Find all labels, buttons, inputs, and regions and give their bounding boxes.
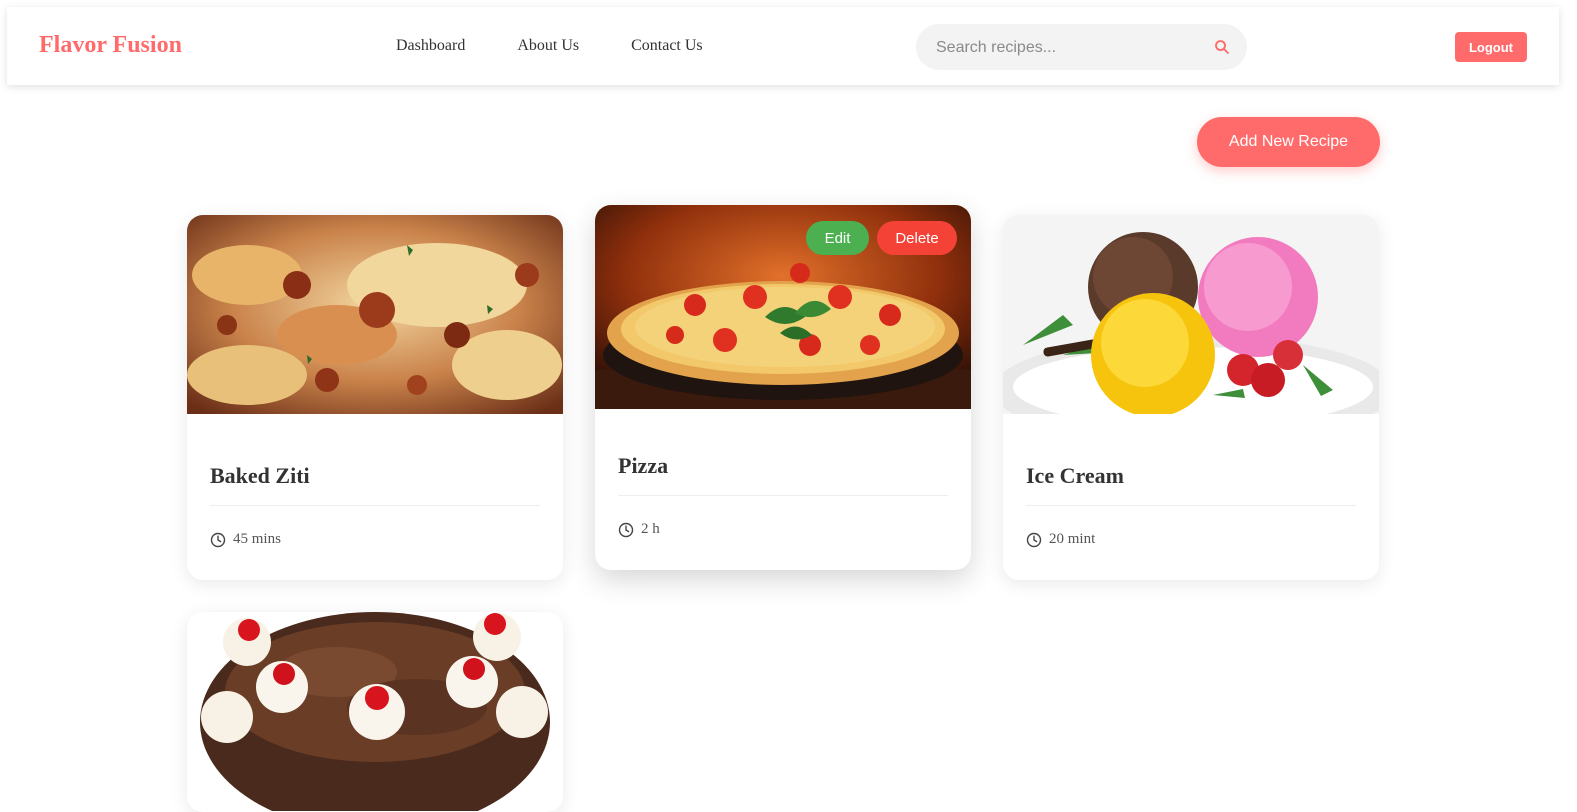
clock-icon xyxy=(1026,532,1042,547)
add-new-recipe-button[interactable]: Add New Recipe xyxy=(1197,117,1380,167)
recipe-time-text: 2 h xyxy=(641,521,660,537)
clock-icon xyxy=(210,532,226,547)
recipe-image-cake xyxy=(187,612,563,811)
recipe-image-baked-ziti xyxy=(187,215,563,414)
nav-link-contact-us[interactable]: Contact Us xyxy=(631,37,703,55)
nav-link-about-us[interactable]: About Us xyxy=(517,37,579,55)
clock-icon xyxy=(618,522,634,537)
edit-button[interactable]: Edit xyxy=(806,221,869,255)
recipe-time: 45 mins xyxy=(210,531,281,548)
recipe-title: Ice Cream xyxy=(1026,463,1124,488)
recipe-image-ice-cream xyxy=(1003,215,1379,414)
card-divider xyxy=(1026,505,1356,506)
recipe-card-baked-ziti[interactable]: Baked Ziti 45 mins xyxy=(187,215,563,580)
search-box xyxy=(916,24,1247,72)
recipe-title: Pizza xyxy=(618,453,669,478)
recipe-time-text: 20 mint xyxy=(1049,531,1096,547)
card-divider xyxy=(618,495,948,496)
recipe-card-ice-cream[interactable]: Ice Cream 20 mint xyxy=(1003,215,1379,580)
recipe-image-pizza: Edit Delete xyxy=(595,205,971,409)
nav-link-dashboard[interactable]: Dashboard xyxy=(396,37,465,55)
nav-links: Dashboard About Us Contact Us xyxy=(396,37,703,55)
delete-button[interactable]: Delete xyxy=(877,221,957,255)
recipe-time: 2 h xyxy=(618,521,660,538)
recipe-card-pizza[interactable]: Edit Delete Pizza 2 h xyxy=(595,205,971,570)
logout-button[interactable]: Logout xyxy=(1455,32,1527,62)
navbar: Flavor Fusion Dashboard About Us Contact… xyxy=(7,7,1559,85)
recipe-time: 20 mint xyxy=(1026,531,1095,548)
search-input[interactable] xyxy=(934,24,1208,72)
recipe-title: Baked Ziti xyxy=(210,463,310,488)
recipe-time-text: 45 mins xyxy=(233,531,281,547)
brand-logo[interactable]: Flavor Fusion xyxy=(39,32,182,59)
recipe-card-cake[interactable] xyxy=(187,612,563,812)
card-divider xyxy=(210,505,540,506)
search-icon[interactable] xyxy=(1213,38,1231,56)
